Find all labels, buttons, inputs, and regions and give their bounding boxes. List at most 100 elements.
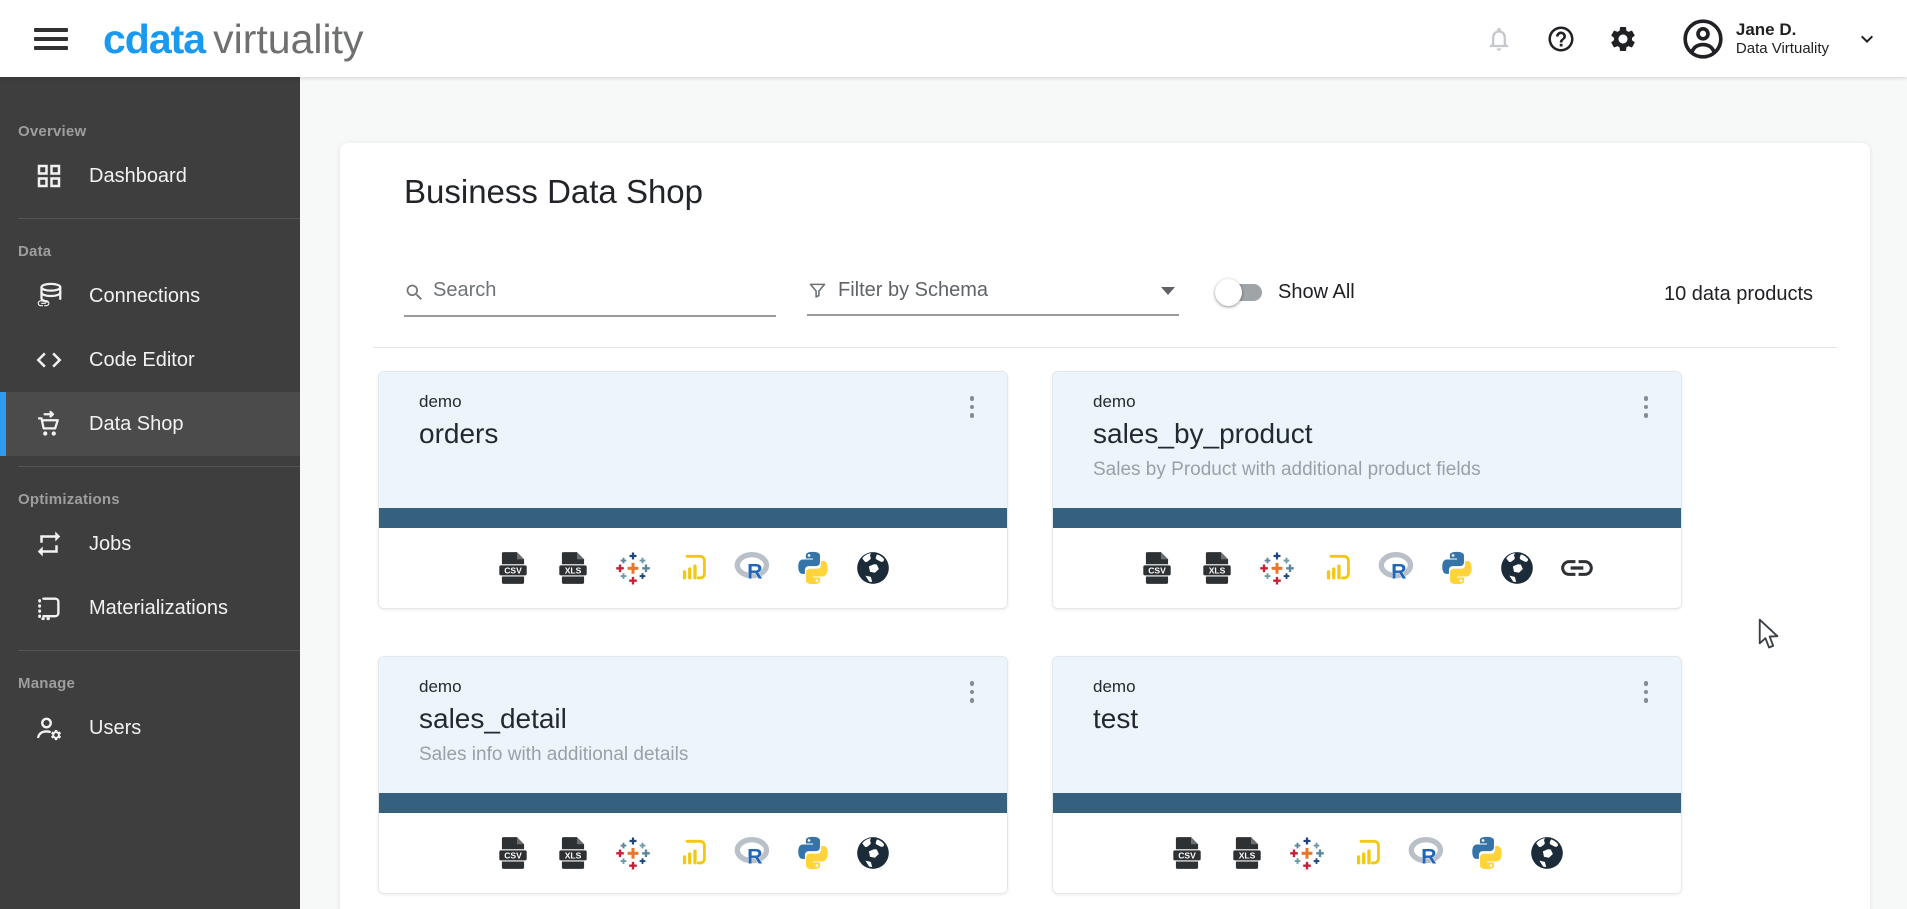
web-icon[interactable] [854,549,892,587]
card-menu-button[interactable] [1633,390,1659,424]
web-icon[interactable] [854,834,892,872]
python-icon[interactable] [1468,834,1506,872]
xls-icon[interactable]: XLS [1228,834,1266,872]
sidebar-item-jobs[interactable]: Jobs [0,512,300,576]
toolbar-divider [373,347,1837,348]
sidebar-item-users[interactable]: Users [0,696,300,760]
settings-gear-icon[interactable] [1606,22,1640,56]
csv-icon[interactable]: CSV [1168,834,1206,872]
r-icon[interactable]: R [734,834,772,872]
card-format-icons: CSV XLS R [379,813,1007,893]
card-format-icons: CSV XLS R [1053,528,1681,608]
link-icon[interactable] [1558,549,1596,587]
card-format-icons: CSV XLS R [1053,813,1681,893]
chevron-down-icon[interactable] [1855,27,1879,51]
csv-icon[interactable]: CSV [1138,549,1176,587]
powerbi-icon[interactable] [674,834,712,872]
sidebar-item-code-editor[interactable]: Code Editor [0,328,300,392]
card-menu-button[interactable] [959,675,985,709]
svg-text:XLS: XLS [1209,566,1226,576]
svg-text:R: R [747,559,762,583]
search-field[interactable] [404,279,776,317]
app-header: cdatavirtuality Jane D. Data Virtuality [0,0,1907,77]
tableau-icon[interactable] [614,549,652,587]
search-icon [404,282,425,303]
sidebar-section-label: Manage [18,675,300,692]
sidebar-item-label: Users [89,717,141,740]
python-icon[interactable] [794,549,832,587]
sidebar-section: Data Connections Code Editor Data Shop [0,243,300,456]
card-description: Sales by Product with additional product… [1093,459,1621,481]
toggle-knob[interactable] [1215,279,1242,306]
sidebar-item-dashboard[interactable]: Dashboard [0,144,300,208]
card-grid: demo orders CSVXLSR demo sales_by_produc… [378,371,1838,894]
sidebar-item-data-shop[interactable]: Data Shop [0,392,300,456]
web-icon[interactable] [1498,549,1536,587]
card-schema: demo [419,392,947,412]
data-product-card-test[interactable]: demo test CSV XLS R [1052,656,1682,894]
tableau-icon[interactable] [614,834,652,872]
sidebar-item-label: Materializations [89,597,228,620]
sidebar-item-connections[interactable]: Connections [0,264,300,328]
tableau-icon[interactable] [1288,834,1326,872]
sidebar-section: Manage Users [0,675,300,760]
card-title: sales_by_product [1093,418,1621,450]
r-icon[interactable]: R [734,549,772,587]
data-product-card-sales_detail[interactable]: demo sales_detail Sales info with additi… [378,656,1008,894]
sidebar-divider [18,650,300,651]
user-names: Jane D. Data Virtuality [1736,20,1829,57]
tableau-icon[interactable] [1258,549,1296,587]
card-accent-bar [379,508,1007,528]
sidebar-item-materializations[interactable]: Materializations [0,576,300,640]
card-accent-bar [1053,793,1681,813]
web-icon[interactable] [1528,834,1566,872]
card-header: demo sales_by_product Sales by Product w… [1053,372,1681,508]
user-menu[interactable]: Jane D. Data Virtuality [1680,16,1879,62]
main-area: Business Data Shop Filter by Schema Show… [300,77,1907,909]
powerbi-icon[interactable] [1318,549,1356,587]
svg-text:R: R [747,844,762,868]
sidebar-divider [18,218,300,219]
xls-icon[interactable]: XLS [554,834,592,872]
data-product-count: 10 data products [1664,283,1813,306]
powerbi-icon[interactable] [1348,834,1386,872]
csv-icon[interactable]: CSV [494,834,532,872]
data-product-card-sales_by_product[interactable]: demo sales_by_product Sales by Product w… [1052,371,1682,609]
card-menu-button[interactable] [1633,675,1659,709]
card-description: Sales info with additional details [419,744,947,766]
sidebar-section: Optimizations Jobs Materializations [0,491,300,640]
card-menu-button[interactable] [959,390,985,424]
svg-text:CSV: CSV [1178,851,1196,861]
sidebar-section-label: Overview [18,123,300,140]
csv-icon[interactable]: CSV [494,549,532,587]
r-icon[interactable]: R [1408,834,1446,872]
sidebar: Overview Dashboard Data Connections Code… [0,77,300,909]
logo-primary: cdata [103,16,205,62]
svg-text:XLS: XLS [565,851,582,861]
avatar-icon [1680,16,1726,62]
card-header: demo test [1053,657,1681,793]
svg-text:CSV: CSV [504,851,522,861]
sidebar-section: Overview Dashboard [0,123,300,208]
python-icon[interactable] [794,834,832,872]
search-input[interactable] [433,279,753,302]
sidebar-item-label: Code Editor [89,349,195,372]
schema-filter-dropdown[interactable]: Filter by Schema [807,279,1179,316]
xls-icon[interactable]: XLS [1198,549,1236,587]
toggle-track[interactable] [1218,284,1262,301]
python-icon[interactable] [1438,549,1476,587]
connections-icon [34,281,64,311]
notifications-bell-icon[interactable] [1482,22,1516,56]
powerbi-icon[interactable] [674,549,712,587]
sidebar-item-label: Jobs [89,533,131,556]
r-icon[interactable]: R [1378,549,1416,587]
menu-icon[interactable] [34,28,68,50]
xls-icon[interactable]: XLS [554,549,592,587]
show-all-toggle[interactable]: Show All [1218,281,1355,304]
logo-secondary: virtuality [213,16,363,62]
sidebar-section-label: Data [18,243,300,260]
data-product-card-orders[interactable]: demo orders CSVXLSR [378,371,1008,609]
sidebar-item-label: Data Shop [89,413,184,436]
sidebar-section-label: Optimizations [18,491,300,508]
help-icon[interactable] [1544,22,1578,56]
